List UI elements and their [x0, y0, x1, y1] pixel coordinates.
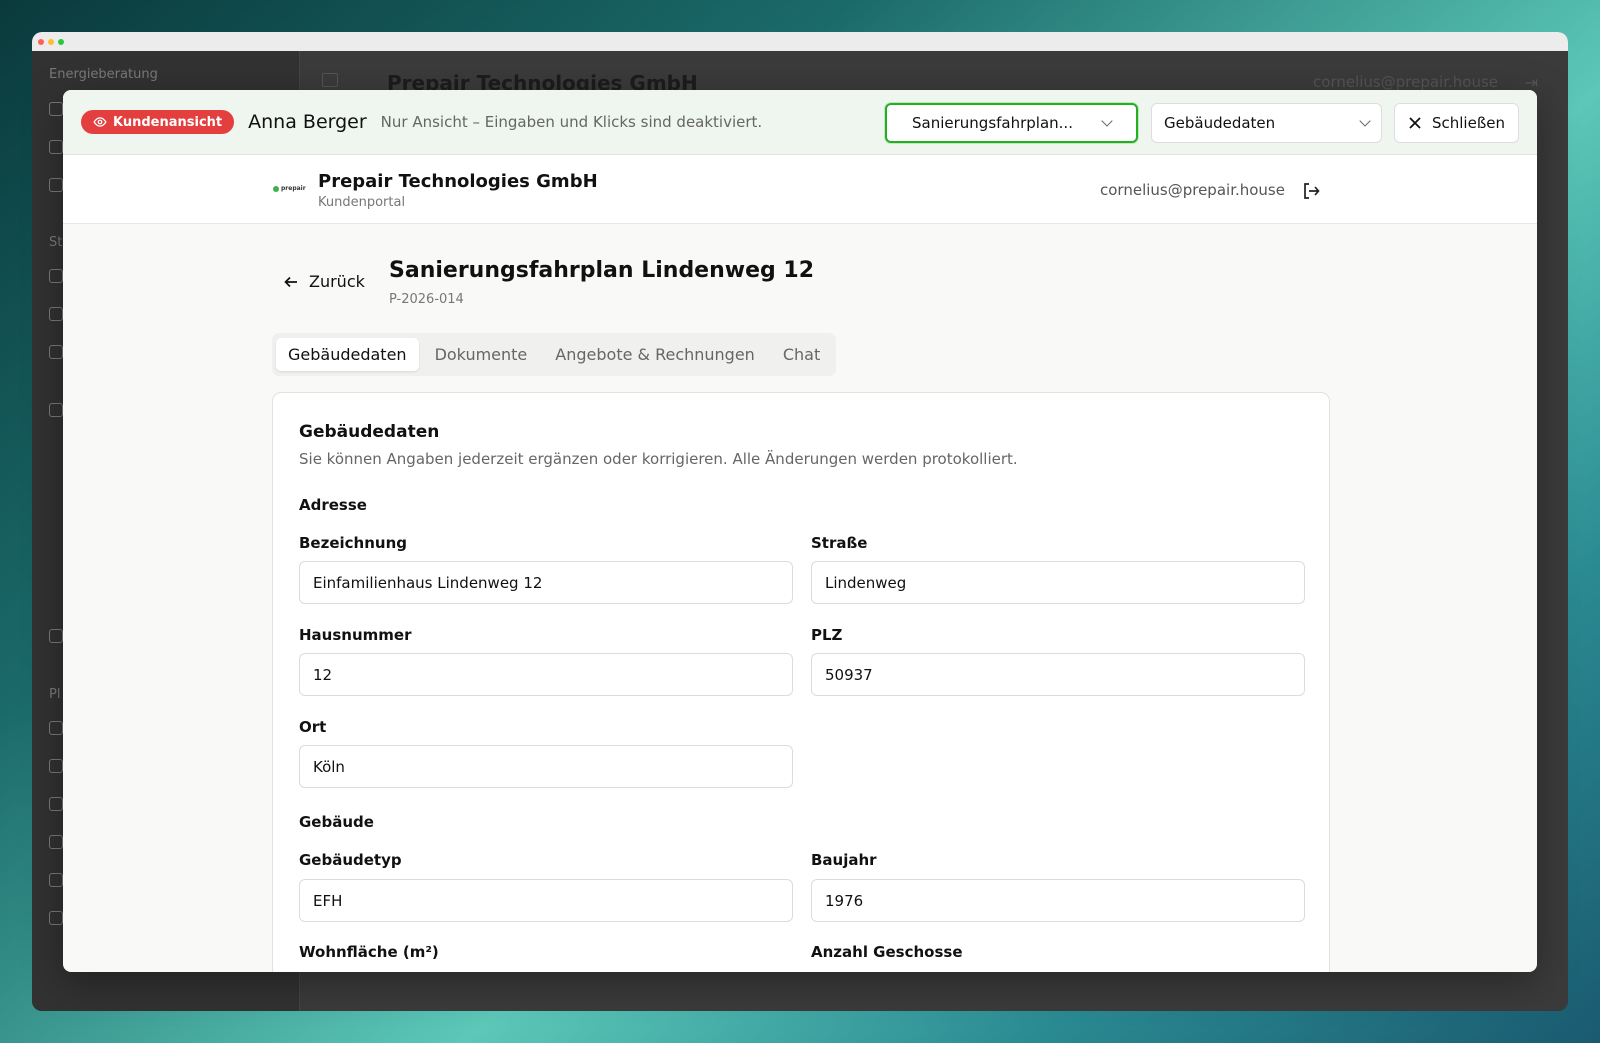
tab-chat[interactable]: Chat: [771, 338, 832, 371]
field-label: Straße: [811, 534, 868, 552]
user-email: cornelius@prepair.house: [1100, 181, 1285, 199]
building-icon: [49, 307, 63, 321]
document-icon: [49, 835, 63, 849]
ort-input[interactable]: Köln: [299, 745, 793, 788]
project-select-value: Sanierungsfahrplan...: [912, 114, 1073, 132]
portal-subtitle: Kundenportal: [318, 195, 406, 210]
window-titlebar: [32, 32, 1568, 51]
building-data-card: Gebäudedaten Sie können Angaben jederzei…: [272, 392, 1330, 972]
leaf-icon: [273, 185, 279, 192]
eye-icon: [93, 117, 107, 127]
close-button-label: Schließen: [1431, 114, 1506, 132]
field-label: Bezeichnung: [299, 534, 407, 552]
section-heading-address: Adresse: [299, 496, 367, 514]
chevron-down-icon: [1101, 115, 1113, 127]
plz-input[interactable]: 50937: [811, 653, 1305, 696]
portal-header: prepair Prepair Technologies GmbH Kunden…: [63, 155, 1537, 224]
project-select[interactable]: Sanierungsfahrplan...: [885, 103, 1138, 143]
tab-bar: Gebäudedaten Dokumente Angebote & Rechnu…: [272, 333, 837, 376]
tab-angebote-rechnungen[interactable]: Angebote & Rechnungen: [543, 338, 767, 371]
logo-text: prepair: [281, 185, 306, 192]
account-icon: [49, 629, 63, 643]
project-id: P-2026-014: [389, 292, 464, 307]
customer-view-badge: Kundenansicht: [81, 110, 235, 134]
field-label: Baujahr: [811, 851, 877, 869]
field-label: Gebäudetyp: [299, 851, 402, 869]
back-button[interactable]: Zurück: [283, 272, 365, 291]
back-label: Zurück: [309, 272, 365, 291]
field-label: Ort: [299, 718, 327, 736]
sidebar-toggle-icon: [322, 73, 338, 87]
page-select-value: Gebäudedaten: [1164, 114, 1276, 132]
document-icon: [49, 345, 63, 359]
tab-gebaeudedaten[interactable]: Gebäudedaten: [276, 338, 419, 371]
gebaeudetyp-input[interactable]: EFH: [299, 879, 793, 922]
baujahr-input[interactable]: 1976: [811, 879, 1305, 922]
badge-label: Kundenansicht: [113, 114, 223, 130]
mail-icon: [49, 178, 63, 192]
arrow-left-icon: [284, 276, 297, 287]
customer-view-modal: Kundenansicht Anna Berger Nur Ansicht – …: [63, 90, 1537, 972]
sidebar-section-label: St: [49, 235, 63, 250]
document-icon: [49, 911, 63, 925]
mail-icon: [49, 759, 63, 773]
logout-icon[interactable]: [1301, 181, 1321, 201]
sidebar-section-label: Energieberatung: [49, 67, 158, 82]
section-heading-building: Gebäude: [299, 813, 374, 831]
close-icon: [1409, 117, 1421, 129]
folder-icon: [49, 102, 63, 116]
customer-name: Anna Berger: [248, 111, 367, 133]
shield-icon: [49, 721, 63, 735]
card-description: Sie können Angaben jederzeit ergänzen od…: [299, 450, 1018, 468]
chevron-down-icon: [1359, 115, 1371, 127]
customer-view-bar: Kundenansicht Anna Berger Nur Ansicht – …: [63, 90, 1537, 155]
close-button[interactable]: Schließen: [1394, 103, 1519, 143]
maximize-window-dot[interactable]: [58, 38, 64, 45]
chart-icon: [49, 797, 63, 811]
field-label: Wohnfläche (m²): [299, 943, 439, 961]
field-label: PLZ: [811, 626, 843, 644]
sidebar-section-label: Pl: [49, 687, 61, 702]
background-header-email: cornelius@prepair.house: [1313, 73, 1498, 91]
view-only-notice: Nur Ansicht – Eingaben und Klicks sind d…: [380, 113, 763, 131]
tab-dokumente[interactable]: Dokumente: [423, 338, 540, 371]
page-select[interactable]: Gebäudedaten: [1151, 103, 1382, 143]
inbox-icon: [49, 140, 63, 154]
field-label: Hausnummer: [299, 626, 412, 644]
company-logo: prepair: [273, 185, 306, 192]
close-window-dot[interactable]: [38, 38, 44, 45]
hausnummer-input[interactable]: 12: [299, 653, 793, 696]
strasse-input[interactable]: Lindenweg: [811, 561, 1305, 604]
user-icon: [49, 403, 63, 417]
document-icon: [49, 873, 63, 887]
users-icon: [49, 269, 63, 283]
page-title: Sanierungsfahrplan Lindenweg 12: [389, 258, 815, 283]
card-title: Gebäudedaten: [299, 422, 440, 442]
company-name: Prepair Technologies GmbH: [318, 171, 598, 192]
minimize-window-dot[interactable]: [48, 38, 54, 45]
field-label: Anzahl Geschosse: [811, 943, 963, 961]
bezeichnung-input[interactable]: Einfamilienhaus Lindenweg 12: [299, 561, 793, 604]
